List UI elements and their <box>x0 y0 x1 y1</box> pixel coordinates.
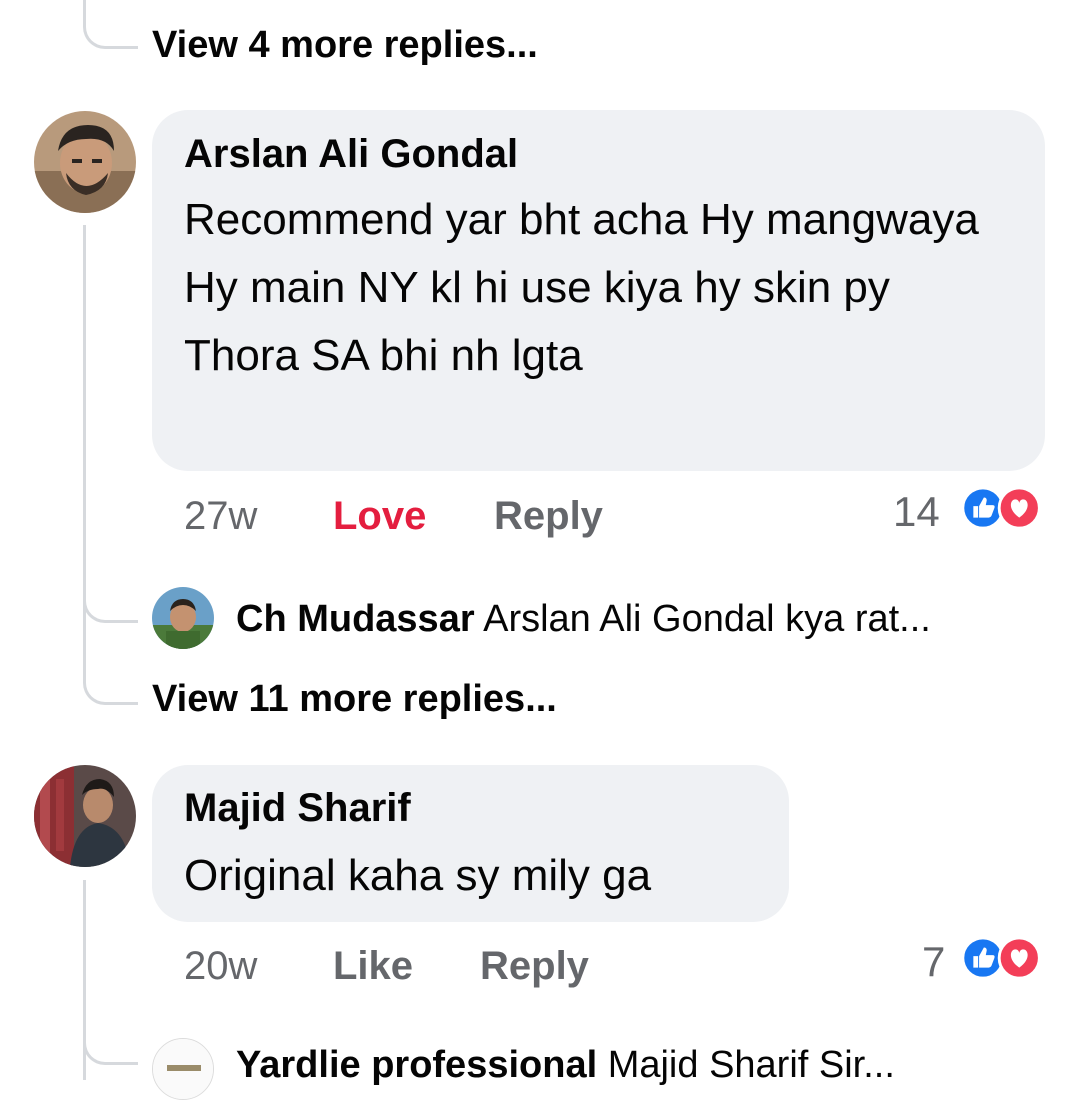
like-button[interactable]: Like <box>333 944 413 989</box>
comment-timestamp[interactable]: 27w <box>184 494 257 539</box>
reaction-count[interactable]: 7 <box>922 938 945 986</box>
comment-text: Recommend yar bht acha Hy mangwaya Hy ma… <box>184 195 979 380</box>
reply-button[interactable]: Reply <box>494 494 603 539</box>
reply-snippet: Arslan Ali Gondal kya rat... <box>483 598 931 640</box>
avatar[interactable] <box>152 587 214 649</box>
love-reaction-icon <box>997 486 1041 530</box>
reply-curve <box>83 565 138 623</box>
reaction-icons[interactable] <box>958 486 1048 530</box>
avatar[interactable] <box>34 111 136 213</box>
avatar[interactable] <box>152 1038 214 1100</box>
thread-curve <box>83 650 138 705</box>
comment-author[interactable]: Majid Sharif <box>184 786 411 831</box>
reaction-count[interactable]: 14 <box>893 488 940 536</box>
view-more-replies-link[interactable]: View 11 more replies... <box>152 678 557 721</box>
comment-author[interactable]: Arslan Ali Gondal <box>184 132 518 177</box>
reaction-icons[interactable] <box>958 936 1048 980</box>
reply-preview[interactable]: Ch Mudassar Arslan Ali Gondal kya rat... <box>236 598 931 641</box>
like-reaction-icon <box>961 936 1005 980</box>
reply-preview[interactable]: Yardlie professional Majid Sharif Sir... <box>236 1044 895 1087</box>
like-reaction-icon <box>961 486 1005 530</box>
view-more-replies-link[interactable]: View 4 more replies... <box>152 24 538 67</box>
comment-text: Original kaha sy mily ga <box>184 851 652 900</box>
reply-button[interactable]: Reply <box>480 944 589 989</box>
reply-curve <box>83 1010 138 1065</box>
avatar[interactable] <box>34 765 136 867</box>
comment-timestamp[interactable]: 20w <box>184 944 257 989</box>
love-button[interactable]: Love <box>333 494 426 539</box>
love-reaction-icon <box>997 936 1041 980</box>
reply-author[interactable]: Ch Mudassar <box>236 598 475 640</box>
thread-curve <box>83 0 138 49</box>
